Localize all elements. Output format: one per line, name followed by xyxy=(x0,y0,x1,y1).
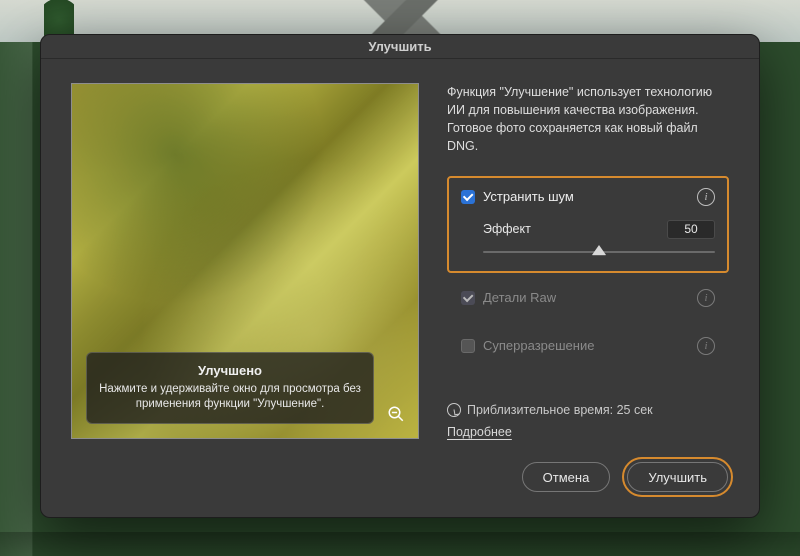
denoise-option-row: Устранить шум i xyxy=(461,188,715,206)
denoise-effect-label: Эффект xyxy=(483,222,531,236)
preview-overlay: Улучшено Нажмите и удерживайте окно для … xyxy=(86,352,374,424)
raw-details-option-group: Детали Raw i xyxy=(447,277,729,321)
denoise-effect-row: Эффект 50 xyxy=(461,220,715,239)
enhance-button[interactable]: Улучшить xyxy=(627,462,728,492)
super-resolution-checkbox xyxy=(461,339,475,353)
enhance-dialog: Улучшить Улучшено Нажмите и удерживайте … xyxy=(40,34,760,518)
info-icon[interactable]: i xyxy=(697,188,715,206)
super-resolution-option-group: Суперразрешение i xyxy=(447,325,729,369)
super-resolution-label: Суперразрешение xyxy=(483,338,594,353)
timer-icon xyxy=(447,403,461,417)
estimated-time-label: Приблизительное время: 25 сек xyxy=(467,403,653,417)
denoise-label: Устранить шум xyxy=(483,189,574,204)
cancel-button[interactable]: Отмена xyxy=(522,462,611,492)
info-icon[interactable]: i xyxy=(697,337,715,355)
raw-details-checkbox xyxy=(461,291,475,305)
denoise-checkbox[interactable] xyxy=(461,190,475,204)
zoom-out-icon[interactable] xyxy=(386,404,406,424)
denoise-effect-slider[interactable] xyxy=(483,245,715,259)
options-panel: Функция "Улучшение" использует технологи… xyxy=(447,83,729,439)
dialog-description: Функция "Улучшение" использует технологи… xyxy=(447,83,729,156)
background-shadow xyxy=(0,532,800,556)
dialog-title: Улучшить xyxy=(41,35,759,59)
slider-thumb[interactable] xyxy=(592,245,606,255)
raw-details-label: Детали Raw xyxy=(483,290,556,305)
enhance-button-highlight: Улучшить xyxy=(622,457,733,497)
preview-overlay-text: Нажмите и удерживайте окно для просмотра… xyxy=(99,382,361,413)
preview-pane[interactable]: Улучшено Нажмите и удерживайте окно для … xyxy=(71,83,419,439)
dialog-content: Улучшено Нажмите и удерживайте окно для … xyxy=(41,59,759,457)
denoise-option-group: Устранить шум i Эффект 50 xyxy=(447,176,729,273)
preview-overlay-title: Улучшено xyxy=(99,363,361,378)
learn-more-link[interactable]: Подробнее xyxy=(447,425,729,439)
denoise-effect-value[interactable]: 50 xyxy=(667,220,715,239)
dialog-footer: Отмена Улучшить xyxy=(41,457,759,517)
estimated-time-row: Приблизительное время: 25 сек xyxy=(447,403,729,417)
info-icon[interactable]: i xyxy=(697,289,715,307)
